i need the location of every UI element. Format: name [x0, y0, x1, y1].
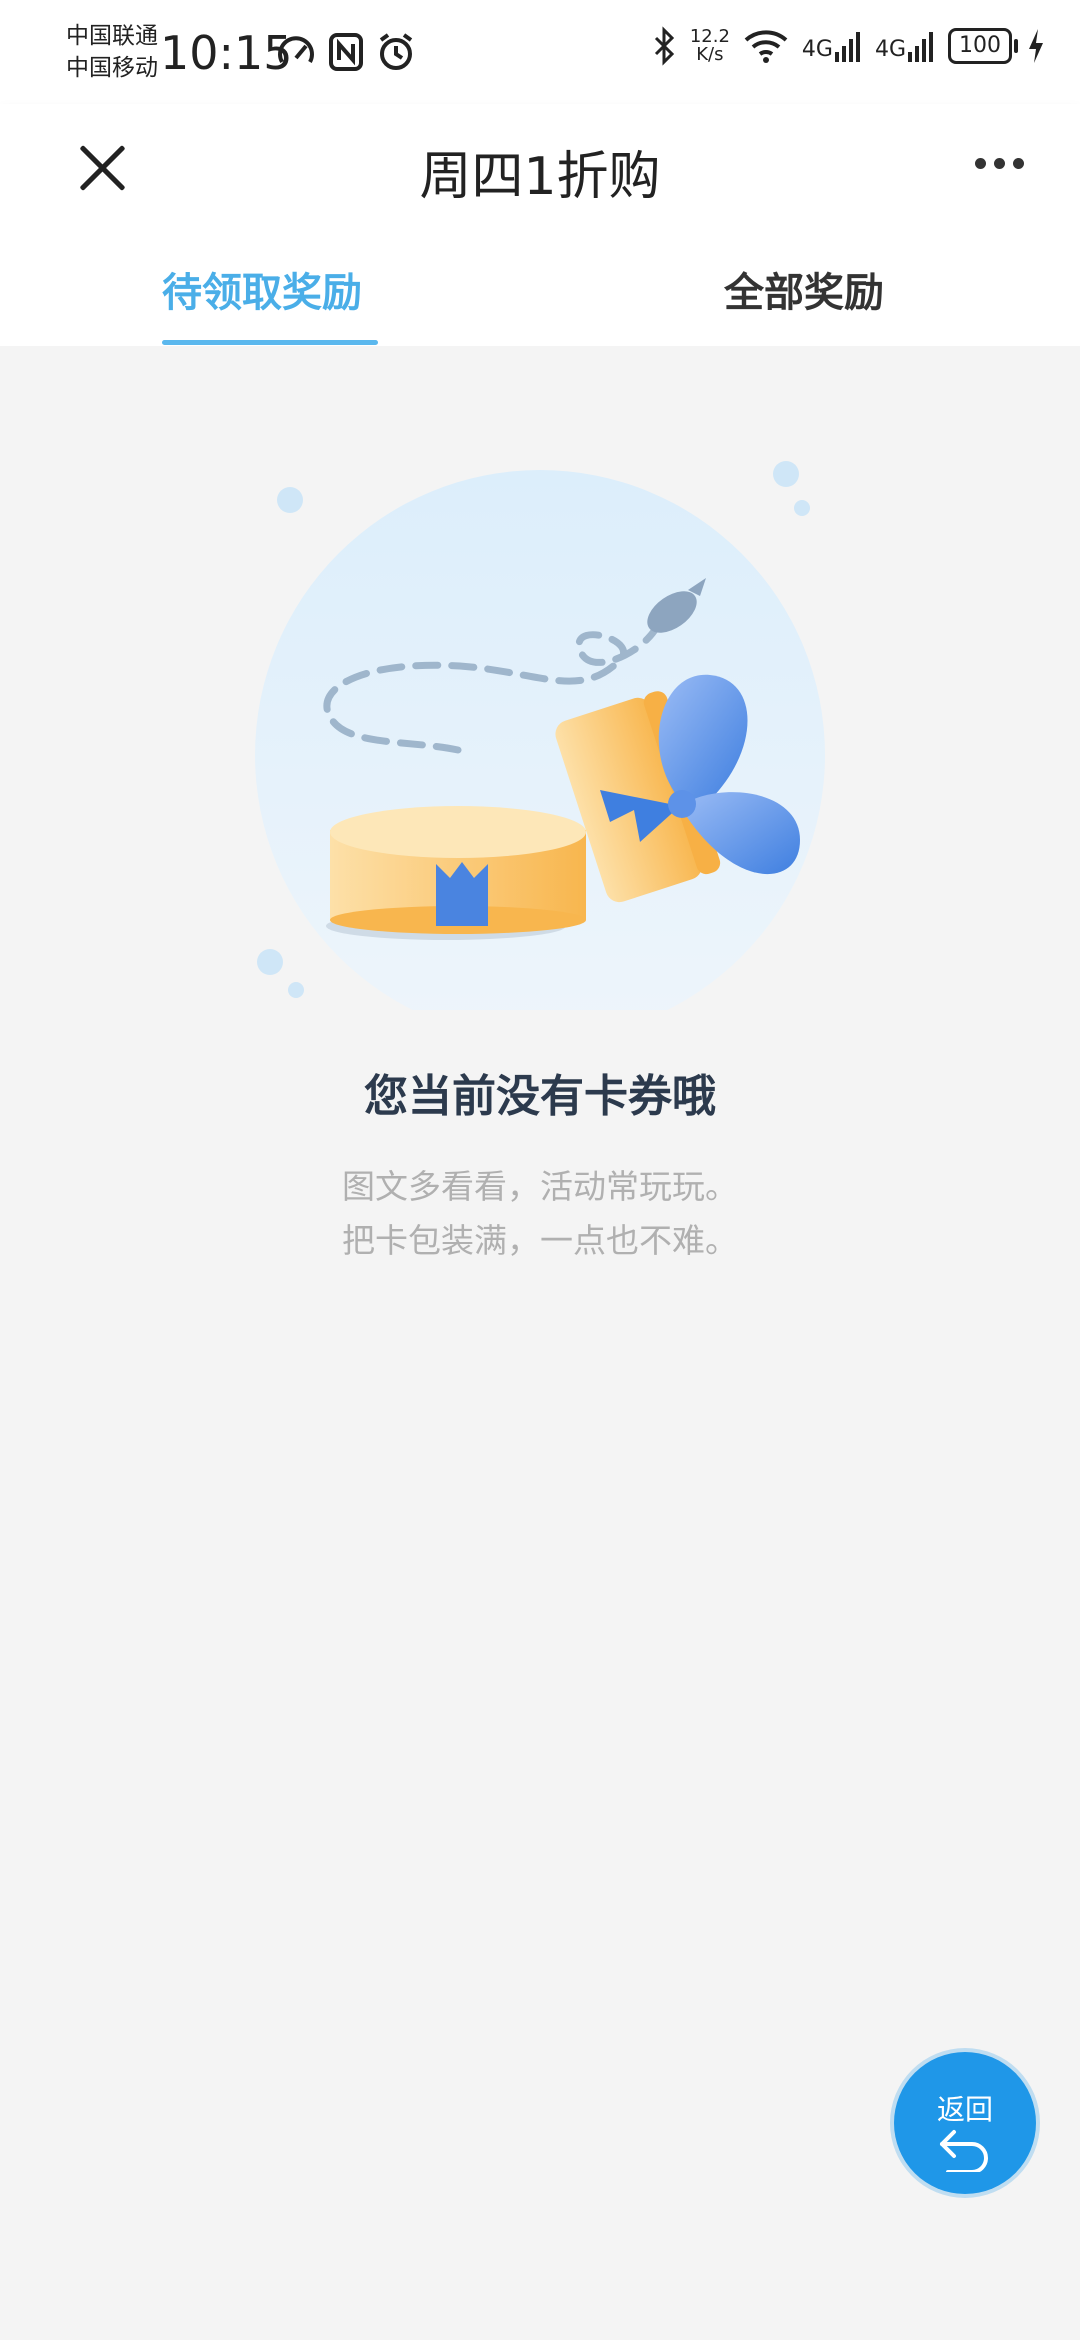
signal-2: 4G: [875, 30, 934, 62]
signal-1-label: 4G: [801, 37, 833, 62]
status-icons-right: 12.2 K/s 4G 4G 100: [652, 26, 1046, 66]
battery-indicator: 100: [948, 28, 1018, 64]
empty-state-title: 您当前没有卡券哦: [364, 1071, 716, 1122]
carrier-names: 中国联通 中国移动: [66, 20, 158, 84]
empty-state-line-2: 把卡包装满，一点也不难。: [342, 1221, 738, 1260]
active-tab-indicator: [162, 340, 378, 345]
speedometer-icon: [278, 36, 314, 63]
bluetooth-icon: [654, 26, 674, 66]
page-title: 周四1折购: [419, 147, 661, 207]
network-speed: 12.2 K/s: [690, 28, 730, 64]
wifi-icon: [744, 30, 788, 63]
signal-bars-icon: [908, 32, 933, 62]
tab-pending-rewards[interactable]: 待领取奖励: [162, 260, 362, 318]
tab-all-rewards[interactable]: 全部奖励: [724, 260, 884, 318]
signal-2-label: 4G: [874, 37, 906, 62]
charging-icon: [1029, 29, 1043, 63]
carrier-2: 中国移动: [66, 55, 158, 81]
network-speed-unit: K/s: [696, 44, 724, 65]
alarm-icon: [379, 33, 413, 70]
status-bar: 中国联通 中国移动 10:15 12.2 K/s 4G 4G 100: [0, 0, 1080, 104]
signal-bars-icon: [834, 32, 860, 62]
empty-state-description: 图文多看看，活动常玩玩。 把卡包装满，一点也不难。: [0, 1160, 1080, 1268]
tab-bar: 待领取奖励 全部奖励: [0, 230, 1080, 346]
clock: 10:15: [160, 26, 293, 80]
back-button[interactable]: 返回: [894, 2052, 1036, 2194]
signal-1: 4G: [802, 30, 861, 62]
carrier-1: 中国联通: [66, 23, 158, 49]
empty-gift-illustration: [255, 461, 825, 1010]
nfc-icon: [329, 33, 363, 71]
nav-header: 周四1折购: [0, 104, 1080, 230]
status-icons-left: [276, 32, 416, 72]
return-arrow-icon: [940, 2130, 988, 2172]
empty-state-line-1: 图文多看看，活动常玩玩。: [342, 1167, 738, 1206]
more-options-icon[interactable]: [975, 158, 1024, 169]
back-button-label: 返回: [936, 2093, 993, 2126]
